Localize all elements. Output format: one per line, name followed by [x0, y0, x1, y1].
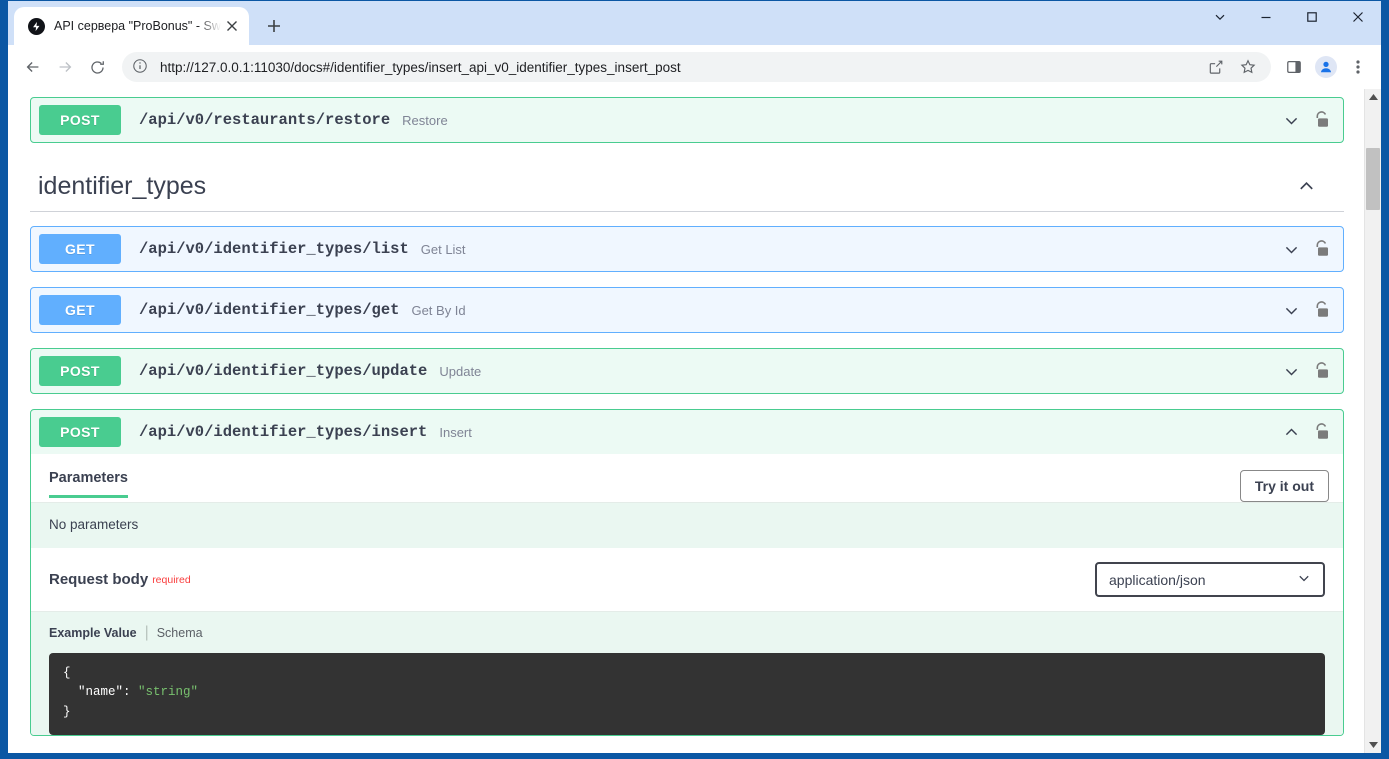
scroll-up-arrow[interactable] — [1365, 89, 1382, 106]
unlocked-padlock-icon[interactable] — [1314, 362, 1329, 380]
operation-path: /api/v0/identifier_types/get — [139, 301, 400, 319]
profile-avatar-icon[interactable] — [1311, 52, 1341, 82]
example-tabs: Example Value | Schema — [49, 624, 1325, 642]
avatar — [1315, 56, 1337, 78]
tag-header[interactable]: identifier_types — [30, 158, 1344, 212]
code-value: "string" — [138, 685, 199, 700]
operation-path: /api/v0/restaurants/restore — [139, 111, 391, 129]
close-icon[interactable] — [221, 15, 243, 37]
forward-arrow-icon[interactable] — [50, 52, 80, 82]
operation-row-identifier-types-update[interactable]: POST /api/v0/identifier_types/update Upd… — [30, 348, 1344, 394]
tab-strip: API сервера "ProBonus" - Swag — [8, 1, 1381, 45]
star-icon[interactable] — [1233, 52, 1263, 82]
operation-row-restaurants-restore[interactable]: POST /api/v0/restaurants/restore Restore — [30, 97, 1344, 143]
required-badge: required — [152, 573, 191, 586]
operation-path: /api/v0/identifier_types/list — [139, 240, 409, 258]
tab-title: API сервера "ProBonus" - Swag — [54, 19, 221, 33]
three-dot-menu-icon[interactable] — [1343, 52, 1373, 82]
chevron-down-icon[interactable] — [1283, 241, 1300, 258]
scrollbar-thumb[interactable] — [1366, 148, 1380, 210]
swagger-ui: POST /api/v0/restaurants/restore Restore — [8, 89, 1364, 753]
window-close-icon[interactable] — [1335, 1, 1381, 33]
operation-description: Insert — [439, 424, 472, 440]
tab-schema[interactable]: Schema — [157, 626, 203, 640]
operation-row-identifier-types-list[interactable]: GET /api/v0/identifier_types/list Get Li… — [30, 226, 1344, 272]
operation-path: /api/v0/identifier_types/update — [139, 362, 428, 380]
tab-example-value[interactable]: Example Value — [49, 626, 137, 640]
operation-path: /api/v0/identifier_types/insert — [139, 423, 428, 441]
code-colon: : — [123, 685, 139, 700]
code-line-1: { — [63, 666, 71, 680]
chevron-up-icon[interactable] — [1297, 177, 1334, 196]
no-parameters-text: No parameters — [31, 502, 1343, 548]
chevron-down-icon[interactable] — [1283, 302, 1300, 319]
tag-title: identifier_types — [38, 172, 207, 200]
tag-section-identifier-types: identifier_types GET /api/v0/identifier_… — [30, 158, 1344, 736]
window-controls — [1197, 1, 1381, 45]
operation-description: Get List — [420, 241, 466, 257]
http-method-badge: POST — [39, 105, 121, 135]
http-method-badge: POST — [39, 417, 121, 447]
back-arrow-icon[interactable] — [18, 52, 48, 82]
operation-description: Update — [439, 363, 482, 379]
operation-row-identifier-types-insert[interactable]: POST /api/v0/identifier_types/insert Ins… — [30, 409, 1344, 736]
operation-summary[interactable]: POST /api/v0/identifier_types/update Upd… — [31, 349, 1343, 393]
operation-summary[interactable]: GET /api/v0/identifier_types/get Get By … — [31, 288, 1343, 332]
reload-icon[interactable] — [82, 52, 112, 82]
http-method-badge: GET — [39, 295, 121, 325]
unlocked-padlock-icon[interactable] — [1314, 111, 1329, 129]
share-icon[interactable] — [1201, 52, 1231, 82]
new-tab-button[interactable] — [259, 11, 289, 41]
operation-body: Parameters Try it out No parameters Requ… — [31, 454, 1343, 735]
http-method-badge: POST — [39, 356, 121, 386]
unlocked-padlock-icon[interactable] — [1314, 423, 1329, 441]
tab-parameters[interactable]: Parameters — [49, 470, 128, 498]
scrollbar-track[interactable] — [1365, 106, 1381, 736]
url-text[interactable]: http://127.0.0.1:11030/docs#/identifier_… — [160, 60, 1201, 75]
chevron-down-icon[interactable] — [1283, 112, 1300, 129]
example-code-block[interactable]: { "name": "string" } — [49, 653, 1325, 735]
chevron-down-icon — [1297, 571, 1311, 588]
page-viewport: POST /api/v0/restaurants/restore Restore — [8, 89, 1381, 753]
unlocked-padlock-icon[interactable] — [1314, 240, 1329, 258]
browser-window: API сервера "ProBonus" - Swag http://127… — [0, 0, 1389, 759]
content-type-select[interactable]: application/json — [1095, 562, 1325, 597]
browser-tab[interactable]: API сервера "ProBonus" - Swag — [14, 7, 249, 45]
try-it-out-button[interactable]: Try it out — [1239, 470, 1329, 502]
http-method-badge: GET — [39, 234, 121, 264]
operation-summary[interactable]: GET /api/v0/identifier_types/list Get Li… — [31, 227, 1343, 271]
code-line-2: "name": "string" — [63, 683, 1311, 702]
operation-description: Get By Id — [411, 302, 466, 318]
info-icon[interactable] — [132, 58, 150, 76]
chevron-down-icon[interactable] — [1283, 363, 1300, 380]
operation-row-identifier-types-get[interactable]: GET /api/v0/identifier_types/get Get By … — [30, 287, 1344, 333]
operation-summary[interactable]: POST /api/v0/identifier_types/insert Ins… — [31, 410, 1343, 454]
unlocked-padlock-icon[interactable] — [1314, 301, 1329, 319]
browser-toolbar: http://127.0.0.1:11030/docs#/identifier_… — [8, 45, 1381, 89]
tab-search-icon[interactable] — [1197, 1, 1243, 33]
side-panel-icon[interactable] — [1279, 52, 1309, 82]
operation-description: Restore — [402, 112, 448, 128]
request-body-row: Request body required application/json — [31, 548, 1343, 611]
code-key: "name" — [78, 685, 124, 700]
page-scrollbar[interactable] — [1364, 89, 1381, 753]
maximize-icon[interactable] — [1289, 1, 1335, 33]
code-line-3: } — [63, 704, 71, 719]
address-bar[interactable]: http://127.0.0.1:11030/docs#/identifier_… — [122, 52, 1271, 82]
chevron-up-icon[interactable] — [1283, 424, 1300, 441]
operation-summary[interactable]: POST /api/v0/restaurants/restore Restore — [31, 98, 1343, 142]
scroll-down-arrow[interactable] — [1365, 736, 1382, 753]
content-type-value: application/json — [1109, 571, 1206, 588]
bolt-icon — [28, 17, 45, 35]
minimize-icon[interactable] — [1243, 1, 1289, 33]
tab-divider: | — [144, 624, 149, 641]
request-body-label: Request body — [49, 571, 149, 588]
operation-tabs: Parameters Try it out — [31, 454, 1343, 502]
example-zone: Example Value | Schema { "name": "string… — [31, 611, 1343, 735]
